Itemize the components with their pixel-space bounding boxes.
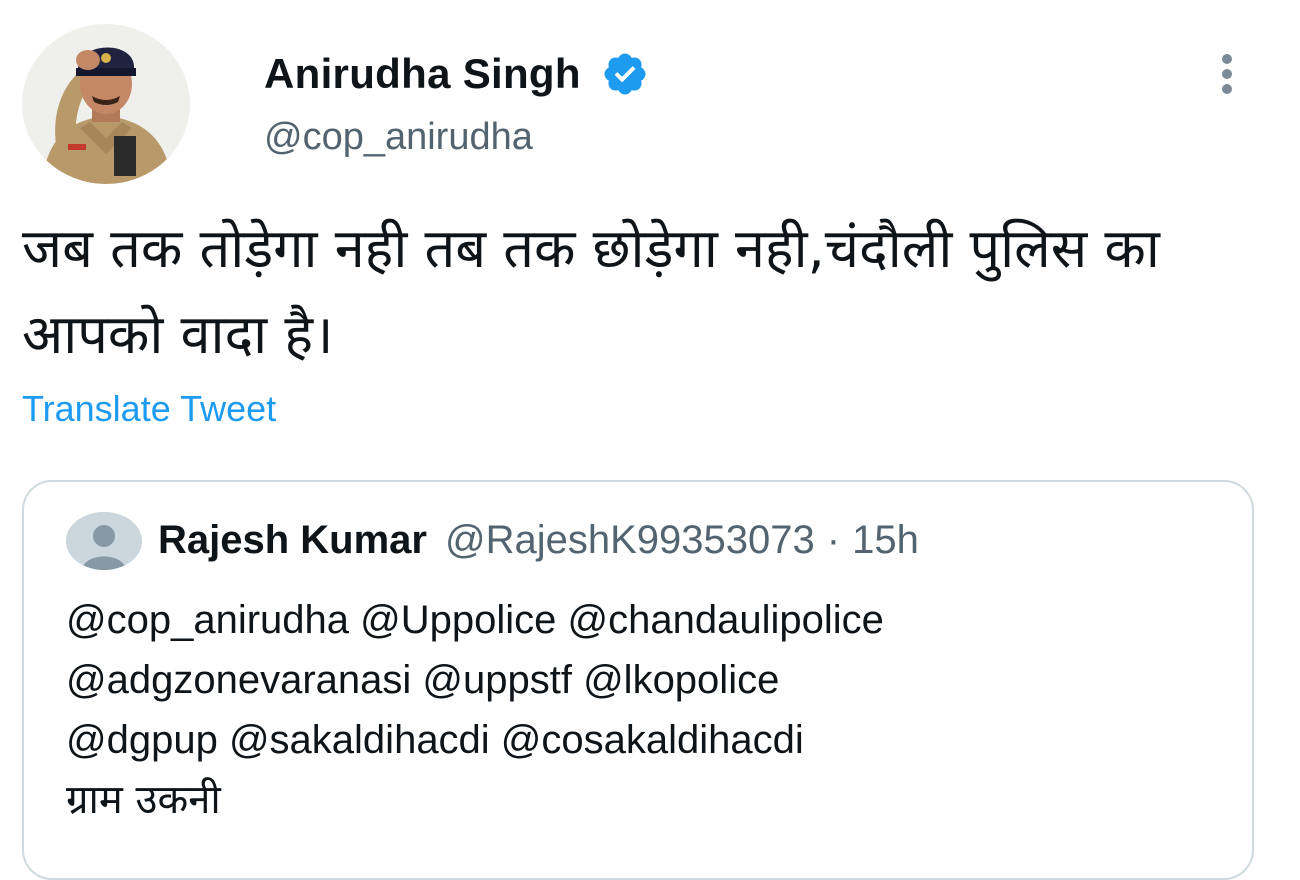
quoted-author-handle[interactable]: @RajeshK99353073 — [445, 518, 815, 563]
author-handle[interactable]: @cop_anirudha — [264, 116, 533, 159]
quoted-tweet-time[interactable]: 15h — [852, 518, 919, 563]
more-vertical-icon[interactable] — [1212, 50, 1242, 98]
verified-badge-icon — [604, 53, 646, 95]
tweet-card: Anirudha Singh @cop_anirudha जब तक तोड़े… — [0, 0, 1300, 880]
author-display-name[interactable]: Anirudha Singh — [264, 50, 581, 98]
quoted-text-line: @adgzonevaranasi @uppstf @lkopolice — [66, 658, 780, 702]
quoted-tweet[interactable]: Rajesh Kumar @RajeshK99353073 · 15h @cop… — [22, 480, 1254, 880]
translate-tweet-link[interactable]: Translate Tweet — [22, 388, 276, 430]
author-avatar[interactable] — [22, 24, 190, 184]
quoted-tweet-header: Rajesh Kumar @RajeshK99353073 · 15h — [158, 518, 919, 563]
tweet-text: जब तक तोड़ेगा नही तब तक छोड़ेगा नही,चंदौ… — [22, 217, 1160, 366]
separator-dot: · — [826, 518, 841, 562]
quoted-author-name[interactable]: Rajesh Kumar — [158, 518, 427, 563]
default-avatar-icon[interactable] — [66, 512, 142, 570]
quoted-tweet-text: @cop_anirudha @Uppolice @chandaulipolice… — [66, 590, 1226, 830]
quoted-text-line: @cop_anirudha @Uppolice @chandaulipolice — [66, 598, 884, 642]
quoted-text-line: ग्राम उकनी — [66, 777, 221, 823]
author-name-row: Anirudha Singh — [264, 48, 649, 100]
quoted-text-line: @dgpup @sakaldihacdi @cosakaldihacdi — [66, 718, 804, 762]
